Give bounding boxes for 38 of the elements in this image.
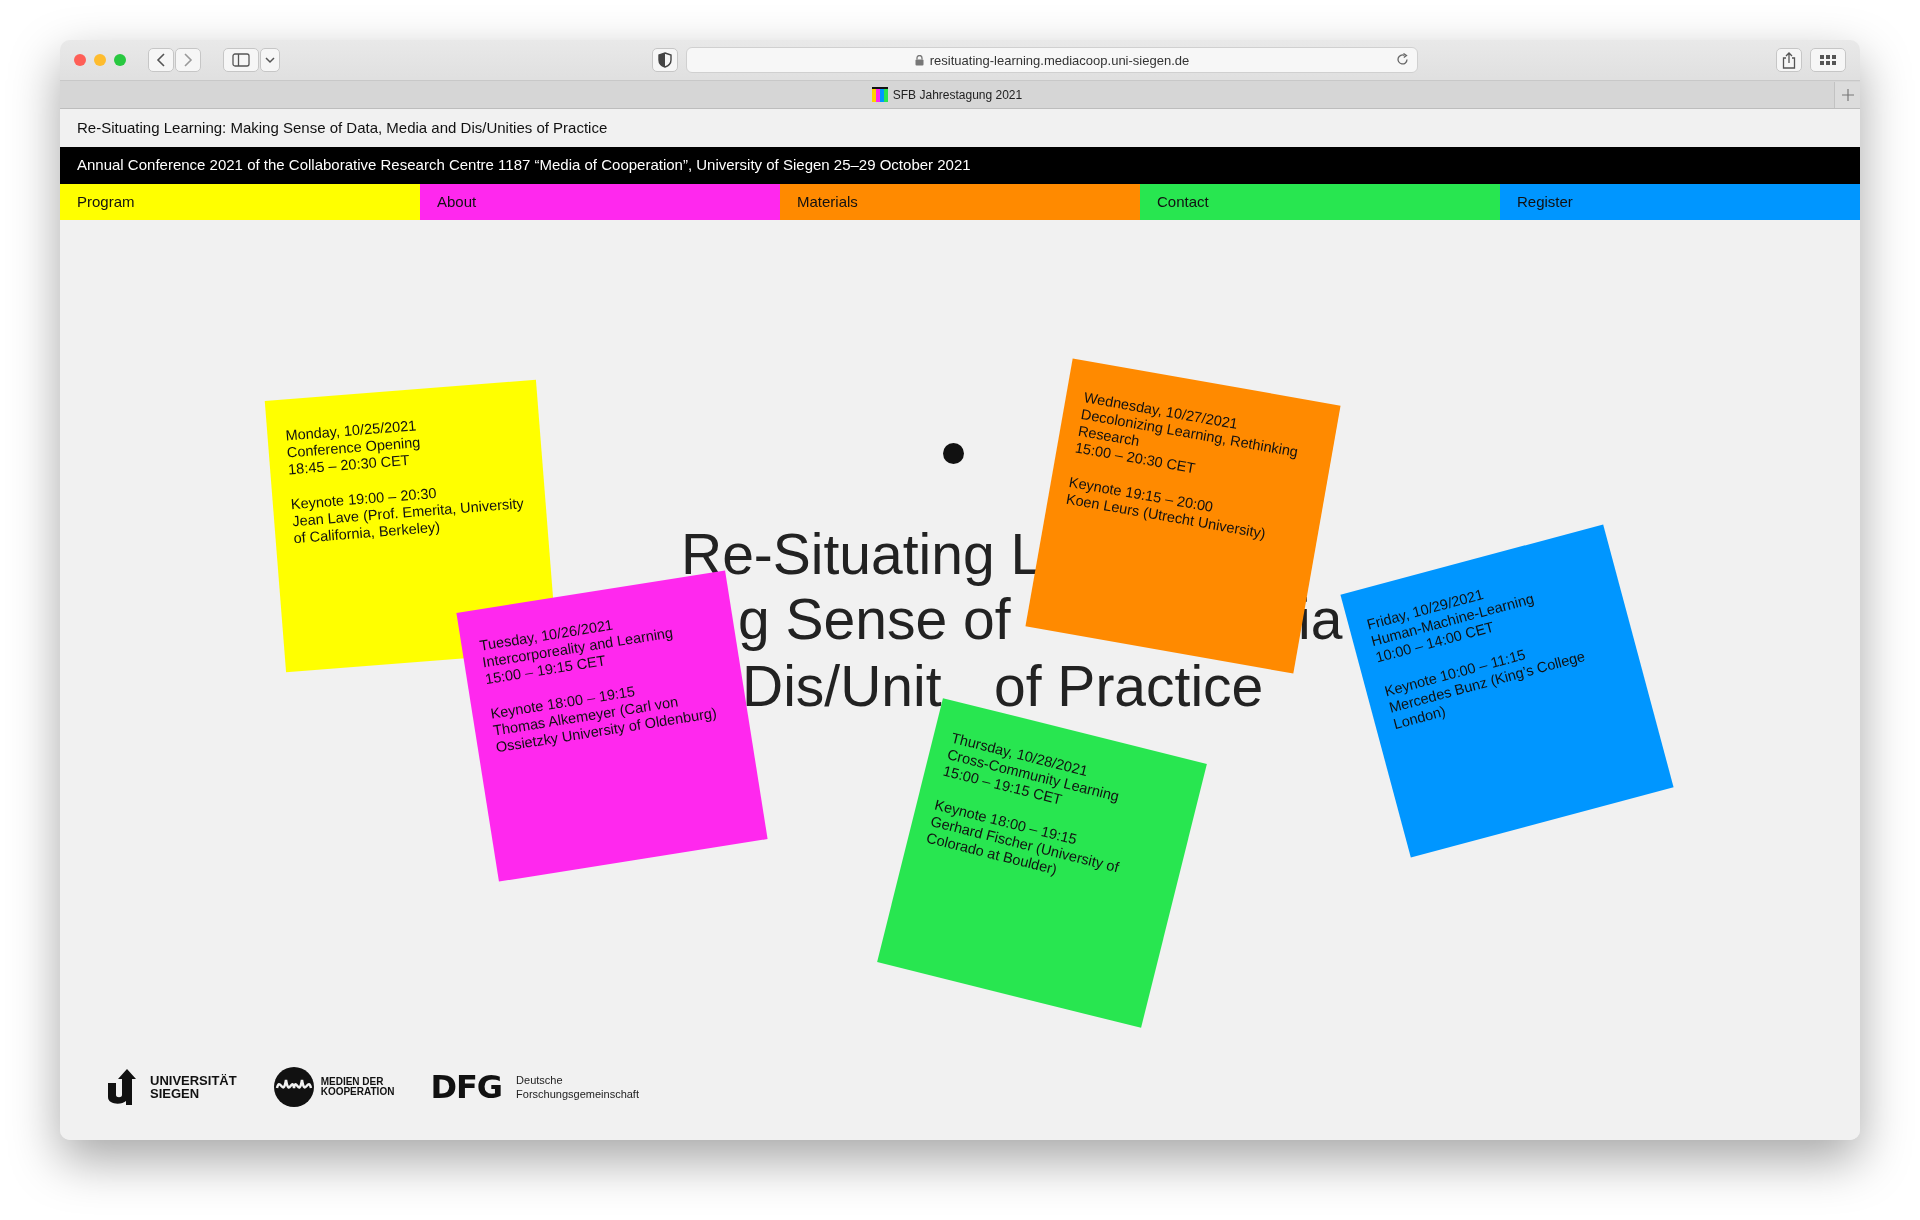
conference-announcement: Annual Conference 2021 of the Collaborative Research Centre 1187 “Media of Cooperation”, University of Siegen 25–29 October 2021 <box>77 156 971 173</box>
lock-icon <box>914 54 924 66</box>
plus-icon <box>1841 88 1854 101</box>
sidebar-button[interactable] <box>223 48 259 72</box>
reload-icon[interactable] <box>1396 53 1409 66</box>
address-bar[interactable]: resituating-learning.mediacoop.uni-siegen.de <box>686 47 1418 73</box>
back-button[interactable] <box>148 48 174 72</box>
share-icon <box>1782 51 1796 69</box>
logo-text: UNIVERSITÄT SIEGEN <box>150 1074 237 1100</box>
headline-fragment: Dis/Unit <box>742 653 942 720</box>
forward-button[interactable] <box>175 48 201 72</box>
headline-fragment: of Practice <box>994 653 1264 720</box>
new-tab-button[interactable] <box>1834 81 1860 108</box>
nav-link[interactable]: Program <box>60 184 420 220</box>
nav-link[interactable]: Register <box>1500 184 1860 220</box>
tab-overview-button[interactable] <box>1810 48 1846 72</box>
close-window-button[interactable] <box>74 54 86 66</box>
grid-icon <box>1820 55 1836 65</box>
favicon-icon <box>871 86 888 103</box>
dfg-logo: DFG <box>430 1068 503 1106</box>
nav-link[interactable]: Materials <box>780 184 1140 220</box>
nav-link[interactable]: About <box>420 184 780 220</box>
nav-link[interactable]: Contact <box>1140 184 1500 220</box>
zoom-window-button[interactable] <box>114 54 126 66</box>
chevron-right-icon <box>183 53 193 67</box>
shield-icon <box>658 52 672 68</box>
logo-text: Deutsche Forschungsgemeinschaft <box>516 1072 639 1102</box>
chevron-down-icon <box>265 56 275 64</box>
share-button[interactable] <box>1776 48 1802 72</box>
dropdown-button[interactable] <box>260 48 280 72</box>
privacy-shield-button[interactable] <box>652 48 678 72</box>
site-title: Re-Situating Learning: Making Sense of Data, Media and Dis/Unities of Practice <box>76 118 609 138</box>
logo-text: MEDIEN DER KOOPERATION <box>320 1077 395 1097</box>
round-emblem-icon <box>272 1066 315 1108</box>
chevron-left-icon <box>156 53 166 67</box>
headline-fragment: g Sense of <box>738 586 1011 653</box>
sidebar-icon <box>232 53 250 67</box>
dot-icon <box>943 443 964 464</box>
